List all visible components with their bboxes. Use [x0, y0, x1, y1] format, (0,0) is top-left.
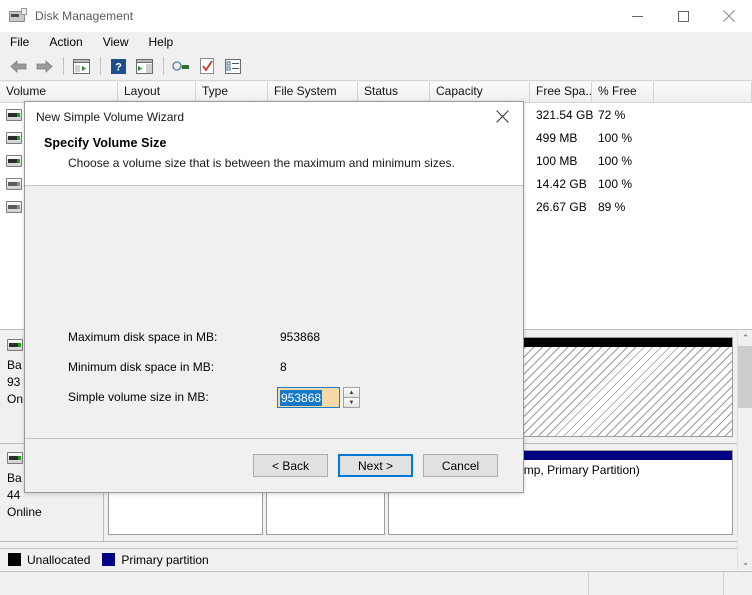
disk-icon: [7, 452, 23, 464]
dialog-heading: Specify Volume Size: [44, 136, 167, 150]
column-header-percent-free[interactable]: % Free: [592, 82, 654, 102]
menu-view[interactable]: View: [103, 34, 139, 50]
cell-percent-free: 100 %: [598, 130, 633, 145]
toolbar-separator-3: [163, 57, 164, 75]
forward-icon[interactable]: [32, 54, 56, 78]
statusbar-panel-main: [0, 572, 589, 595]
menu-help[interactable]: Help: [149, 34, 184, 50]
column-header-capacity[interactable]: Capacity: [430, 82, 530, 102]
scroll-down-icon[interactable]: ⌄: [738, 555, 752, 570]
volume-icon: [6, 177, 22, 190]
legend-label-unallocated: Unallocated: [27, 552, 91, 567]
menu-file[interactable]: File: [10, 34, 39, 50]
dialog-subheading: Choose a volume size that is between the…: [68, 156, 455, 170]
volume-size-input-value: 953868: [280, 389, 323, 406]
show-hide-console-tree-icon[interactable]: [69, 54, 93, 78]
cancel-button[interactable]: Cancel: [423, 454, 498, 477]
cell-percent-free: 100 %: [598, 176, 633, 191]
back-button[interactable]: < Back: [253, 454, 328, 477]
volume-icon: [6, 200, 22, 213]
cell-percent-free: 100 %: [598, 153, 633, 168]
volume-icon: [6, 131, 22, 144]
min-disk-space-label: Minimum disk space in MB:: [68, 360, 215, 374]
maximize-icon[interactable]: [660, 0, 706, 32]
cell-free-space: 26.67 GB: [536, 199, 587, 214]
window-title: Disk Management: [35, 9, 134, 23]
legend-entry-unallocated: Unallocated: [8, 553, 90, 567]
column-header-blank[interactable]: [654, 82, 752, 102]
disk-drive-icon: [9, 8, 27, 24]
toolbar-separator-1: [63, 57, 64, 75]
back-icon[interactable]: [6, 54, 30, 78]
dialog-close-icon[interactable]: [481, 102, 523, 131]
column-header-status[interactable]: Status: [358, 82, 430, 102]
show-hide-action-pane-icon[interactable]: [132, 54, 156, 78]
window-titlebar: Disk Management: [0, 0, 752, 32]
partition-legend: Unallocated Primary partition: [0, 548, 737, 570]
max-disk-space-label: Maximum disk space in MB:: [68, 330, 218, 344]
volume-icon: [6, 154, 22, 167]
cell-percent-free: 89 %: [598, 199, 626, 214]
stepper-buttons[interactable]: ▲ ▼: [343, 387, 360, 408]
cell-free-space: 321.54 GB: [536, 107, 594, 122]
volume-list-header: Volume Layout Type File System Status Ca…: [0, 82, 752, 103]
min-disk-space-value: 8: [280, 360, 287, 374]
help-icon[interactable]: ?: [106, 54, 130, 78]
volume-size-input[interactable]: 953868: [277, 387, 340, 408]
list-view-icon[interactable]: [221, 54, 245, 78]
scrollbar-thumb[interactable]: [738, 346, 752, 408]
cell-free-space: 100 MB: [536, 153, 578, 168]
legend-entry-primary: Primary partition: [102, 552, 209, 567]
volume-icon: [6, 108, 22, 121]
window-controls: [614, 0, 752, 32]
legend-swatch-primary: [102, 553, 116, 566]
toolbar-separator-2: [100, 57, 101, 75]
disk-status: Online: [7, 505, 42, 519]
properties-icon[interactable]: [169, 54, 193, 78]
statusbar-panel-grip: [724, 572, 752, 595]
dialog-body: Maximum disk space in MB: 953868 Minimum…: [25, 186, 523, 438]
cell-free-space: 14.42 GB: [536, 176, 587, 191]
svg-text:?: ?: [115, 61, 122, 73]
new-simple-volume-wizard-dialog: New Simple Volume Wizard Specify Volume …: [24, 101, 524, 493]
volume-size-stepper[interactable]: 953868 ▲ ▼: [277, 387, 360, 408]
dialog-footer: < Back Next > Cancel: [25, 438, 523, 492]
minimize-icon[interactable]: [614, 0, 660, 32]
simple-volume-size-label: Simple volume size in MB:: [68, 390, 209, 404]
stepper-up-icon[interactable]: ▲: [343, 387, 360, 398]
menubar: File Action View Help: [0, 32, 752, 52]
column-header-file-system[interactable]: File System: [268, 82, 358, 102]
column-header-layout[interactable]: Layout: [118, 82, 196, 102]
dialog-titlebar: New Simple Volume Wizard: [25, 102, 523, 131]
max-disk-space-value: 953868: [280, 330, 321, 344]
dialog-header: Specify Volume Size Choose a volume size…: [25, 131, 523, 186]
statusbar: [0, 571, 752, 595]
next-button[interactable]: Next >: [338, 454, 413, 477]
statusbar-panel-secondary: [589, 572, 724, 595]
legend-label-primary: Primary partition: [121, 552, 209, 567]
legend-swatch-unallocated: [8, 553, 21, 566]
column-header-volume[interactable]: Volume: [0, 82, 118, 102]
close-icon[interactable]: [706, 0, 752, 32]
disk-management-window: Disk Management File Action View Help ? …: [0, 0, 752, 595]
scroll-up-icon[interactable]: ⌃: [738, 331, 752, 346]
column-header-free-space[interactable]: Free Spa...: [530, 82, 592, 102]
menu-action[interactable]: Action: [49, 34, 92, 50]
stepper-down-icon[interactable]: ▼: [343, 398, 360, 408]
disk-icon: [7, 339, 23, 351]
disk-pane-scrollbar[interactable]: ⌃ ⌄: [737, 331, 752, 570]
toolbar: ?: [0, 52, 752, 81]
column-header-type[interactable]: Type: [196, 82, 268, 102]
cell-percent-free: 72 %: [598, 107, 626, 122]
cell-free-space: 499 MB: [536, 130, 578, 145]
rescan-disks-icon[interactable]: [195, 54, 219, 78]
dialog-title: New Simple Volume Wizard: [36, 109, 185, 124]
